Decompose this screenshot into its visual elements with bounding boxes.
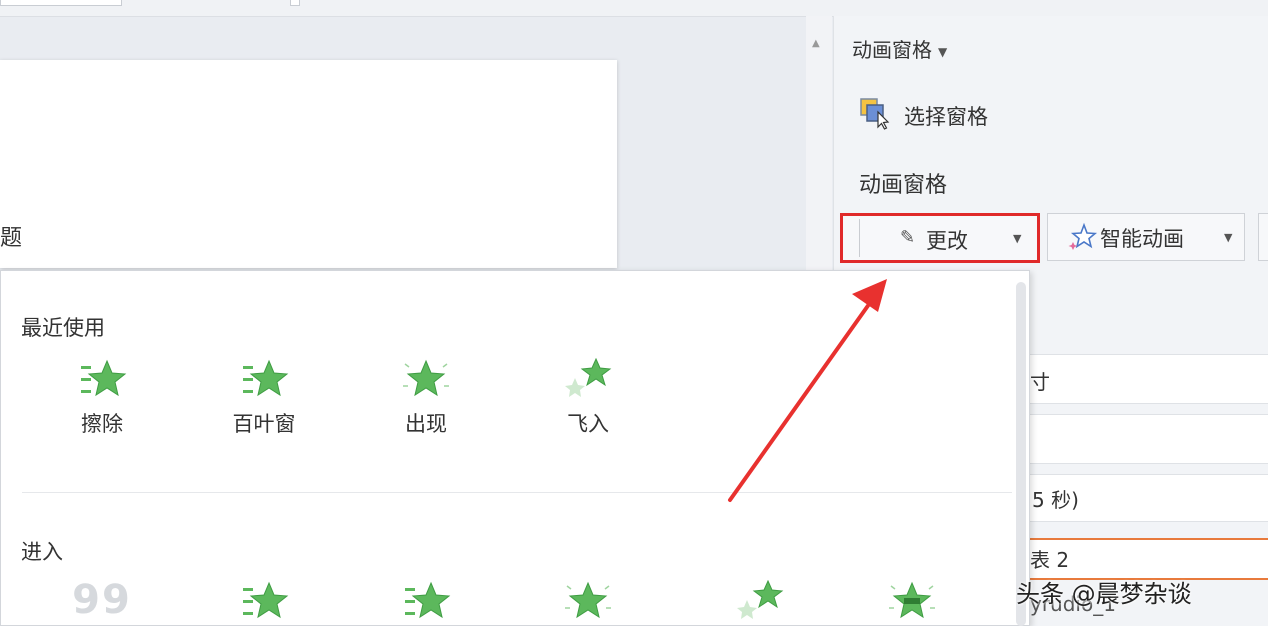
blinds-star-icon <box>243 581 289 619</box>
caret-down-icon: ▼ <box>938 44 948 59</box>
property-row-text: 5 秒) <box>1032 488 1079 512</box>
property-row[interactable] <box>1030 414 1268 464</box>
effect-enter-3[interactable] <box>366 580 486 626</box>
effect-label: 擦除 <box>81 412 123 436</box>
fly-in-star-icon <box>737 580 784 619</box>
slide-canvas[interactable] <box>0 60 617 268</box>
top-field-right[interactable] <box>290 0 300 6</box>
effect-label: 百叶窗 <box>232 412 296 436</box>
smart-animation-label: 智能动画 <box>1100 227 1184 251</box>
effect-enter-1[interactable]: 99 <box>42 580 162 620</box>
box-star-icon <box>889 581 935 619</box>
pane-edge-button[interactable] <box>1258 213 1268 261</box>
enter-section-title: 进入 <box>21 540 63 564</box>
fly-in-star-icon <box>565 358 612 397</box>
property-row[interactable]: 寸 <box>1030 354 1268 404</box>
pane-header[interactable]: 动画窗格 ▼ <box>852 34 947 63</box>
appear-star-icon <box>403 359 449 397</box>
slide-title-partial: 题 <box>0 226 23 251</box>
effect-label: 飞入 <box>567 412 609 436</box>
animation-item-label: 表 2 <box>1030 548 1070 572</box>
pencil-icon: ✎ <box>900 227 916 248</box>
change-animation-button[interactable]: ✎ 更改 ▼ <box>840 213 1040 263</box>
animation-effects-dropdown <box>0 270 1030 626</box>
effect-label: 出现 <box>405 412 447 436</box>
effect-preview-glyph: 99 <box>72 577 132 623</box>
change-button-label: 更改 <box>926 229 968 253</box>
sparkle-star-icon <box>1068 222 1098 250</box>
effect-wipe[interactable]: 擦除 <box>42 358 162 438</box>
change-button-body[interactable]: ✎ 更改 ▼ <box>859 219 1036 257</box>
selection-pane-button[interactable]: 选择窗格 <box>904 101 988 131</box>
animation-pane-title: 动画窗格 <box>859 173 948 198</box>
appear-star-icon <box>565 581 611 619</box>
chevron-down-icon[interactable]: ▼ <box>1224 231 1232 244</box>
effect-enter-4[interactable] <box>528 580 648 626</box>
blinds-star-icon <box>243 359 289 397</box>
effect-enter-6[interactable] <box>852 580 972 626</box>
effect-blinds[interactable]: 百叶窗 <box>204 358 324 438</box>
effect-enter-2[interactable] <box>204 580 324 626</box>
selection-pane-icon[interactable] <box>858 96 892 130</box>
effect-appear[interactable]: 出现 <box>366 358 486 438</box>
wipe-star-icon <box>405 581 451 619</box>
effect-fly-in[interactable]: 飞入 <box>528 358 648 438</box>
section-divider <box>22 492 1012 493</box>
property-row-text: 寸 <box>1030 370 1050 394</box>
top-toolbar-strip <box>0 0 1268 17</box>
recent-section-title: 最近使用 <box>21 316 105 340</box>
property-row[interactable]: 5 秒) <box>1030 474 1268 522</box>
smart-animation-button[interactable]: 智能动画 ▼ <box>1047 213 1245 261</box>
animation-list-item[interactable]: 表 2 <box>1030 540 1268 578</box>
wipe-star-icon <box>81 359 127 397</box>
scroll-up-icon[interactable]: ▲ <box>812 38 820 49</box>
watermark: 头条 @晨梦杂谈 <box>1016 580 1192 608</box>
effect-enter-5[interactable] <box>700 580 820 626</box>
top-field-left[interactable] <box>0 0 122 6</box>
pane-header-label: 动画窗格 <box>852 38 932 62</box>
chevron-down-icon[interactable]: ▼ <box>1013 232 1021 245</box>
